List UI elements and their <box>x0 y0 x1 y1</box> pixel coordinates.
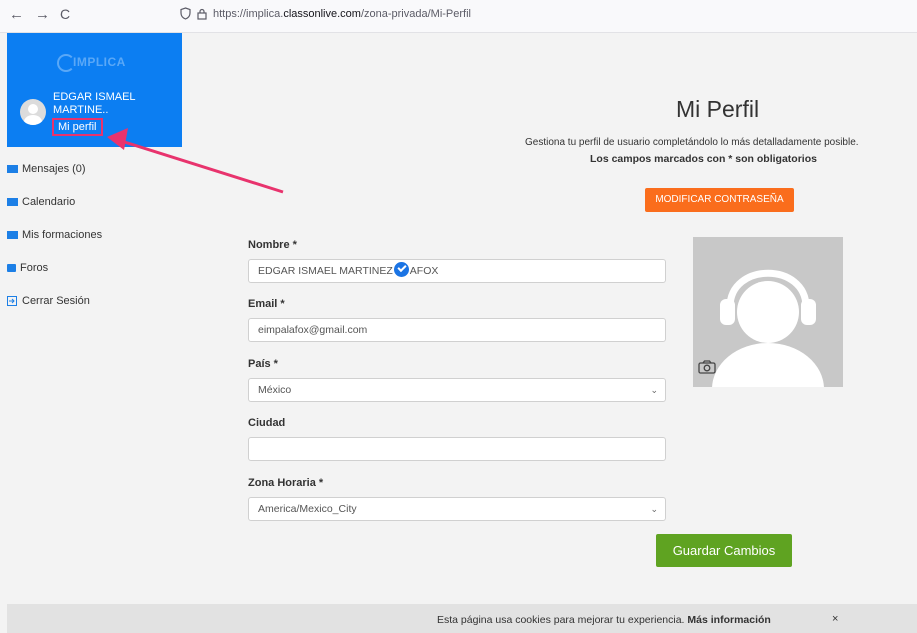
back-icon[interactable]: ← <box>9 6 24 23</box>
sidebar-item-cerrar-sesion[interactable]: Cerrar Sesión <box>7 284 102 317</box>
email-label: Email * <box>248 298 285 310</box>
shield-icon <box>180 7 191 20</box>
chevron-down-icon: ⌄ <box>650 385 658 395</box>
chevron-down-icon: ⌄ <box>650 504 658 514</box>
required-note: Los campos marcados con * son obligatori… <box>590 153 817 165</box>
change-password-button[interactable]: MODIFICAR CONTRASEÑA <box>645 188 794 212</box>
city-field[interactable] <box>248 437 666 461</box>
country-label: País * <box>248 358 278 370</box>
name-field[interactable]: EDGAR ISMAEL MARTINEZ AFOX <box>248 259 666 283</box>
cookie-banner: Esta página usa cookies para mejorar tu … <box>7 604 917 633</box>
envelope-icon <box>7 197 18 206</box>
timezone-select[interactable]: America/Mexico_City ⌄ <box>248 497 666 521</box>
sidebar-item-calendario[interactable]: Calendario <box>7 185 102 218</box>
name-label: Nombre * <box>248 239 297 251</box>
url-text: https://implica.classonlive.com/zona-pri… <box>213 7 471 20</box>
sidebar-item-label: Foros <box>20 261 49 274</box>
browser-toolbar: ← → C https://implica.classonlive.com/zo… <box>0 0 917 33</box>
implica-logo: IMPLICA <box>57 54 126 72</box>
save-changes-button[interactable]: Guardar Cambios <box>656 534 792 567</box>
mi-perfil-link[interactable]: Mi perfil <box>52 118 103 136</box>
avatar <box>20 99 46 125</box>
sidebar-item-mis-formaciones[interactable]: Mis formaciones <box>7 218 102 251</box>
comment-icon <box>7 263 16 272</box>
cookie-text: Esta página usa cookies para mejorar tu … <box>437 614 771 626</box>
sidebar-menu: Mensajes (0) Calendario Mis formaciones … <box>7 152 102 317</box>
page-title: Mi Perfil <box>676 96 760 122</box>
logout-icon <box>7 295 17 306</box>
user-name: EDGAR ISMAEL MARTINE.. <box>53 91 136 116</box>
sidebar-item-label: Mensajes (0) <box>22 162 86 175</box>
forward-icon[interactable]: → <box>35 6 50 23</box>
close-icon[interactable]: × <box>832 613 838 625</box>
camera-icon[interactable] <box>698 360 716 374</box>
sidebar-header: IMPLICA EDGAR ISMAEL MARTINE.. Mi perfil <box>7 33 182 147</box>
email-field[interactable]: eimpalafox@gmail.com <box>248 318 666 342</box>
reload-icon[interactable]: C <box>60 6 70 22</box>
sidebar-item-foros[interactable]: Foros <box>7 251 102 284</box>
page-subtitle: Gestiona tu perfil de usuario completánd… <box>525 137 859 148</box>
city-label: Ciudad <box>248 417 286 429</box>
more-info-link[interactable]: Más información <box>687 614 770 626</box>
book-icon <box>7 230 18 239</box>
sidebar-item-label: Calendario <box>22 195 76 208</box>
envelope-icon <box>7 164 18 173</box>
sidebar-item-label: Cerrar Sesión <box>22 294 90 307</box>
lock-icon <box>197 8 207 20</box>
country-select[interactable]: México ⌄ <box>248 378 666 402</box>
check-badge-icon <box>393 262 409 278</box>
address-bar[interactable]: https://implica.classonlive.com/zona-pri… <box>180 7 471 20</box>
sidebar-item-mensajes[interactable]: Mensajes (0) <box>7 152 102 185</box>
sidebar-item-label: Mis formaciones <box>22 228 103 241</box>
timezone-label: Zona Horaria * <box>248 477 324 489</box>
